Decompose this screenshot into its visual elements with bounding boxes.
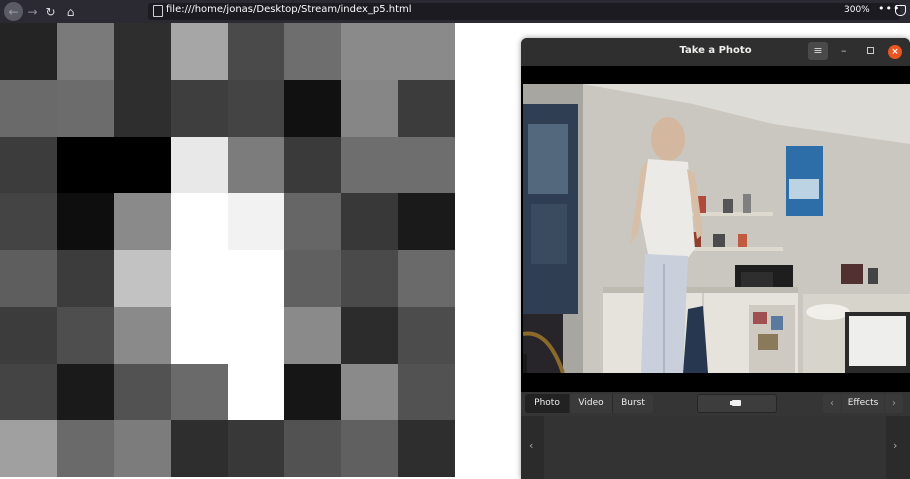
pixelated-video-grid [0, 23, 455, 477]
grid-cell [170, 79, 228, 137]
grid-cell [284, 420, 342, 477]
grid-cell [56, 193, 114, 250]
grid-cell [341, 136, 399, 194]
grid-cell [341, 193, 399, 250]
grid-cell [284, 23, 342, 80]
grid-cell [0, 363, 57, 421]
grid-cell [56, 363, 114, 421]
close-icon[interactable]: × [888, 45, 902, 59]
cheese-window: Take a Photo ≡ – × Photo Video Burst ‹ E… [521, 38, 910, 479]
grid-cell [113, 23, 171, 80]
mode-photo-button[interactable]: Photo [525, 394, 569, 413]
grid-cell [398, 306, 455, 364]
grid-cell [284, 306, 342, 364]
grid-cell [227, 363, 285, 421]
grid-cell [284, 193, 342, 250]
grid-cell [341, 363, 399, 421]
grid-cell [0, 193, 57, 250]
camera-feed-image [523, 84, 910, 373]
minimize-icon[interactable]: – [841, 44, 847, 57]
effects-button[interactable]: Effects [842, 394, 884, 413]
window-titlebar[interactable]: Take a Photo ≡ – × [521, 38, 910, 66]
grid-cell [398, 193, 455, 250]
grid-cell [56, 420, 114, 477]
grid-cell [341, 79, 399, 137]
grid-cell [170, 363, 228, 421]
grid-cell [170, 23, 228, 80]
forward-arrow-icon[interactable]: → [23, 2, 42, 21]
grid-cell [113, 250, 171, 307]
grid-cell [113, 193, 171, 250]
camera-icon [730, 400, 741, 406]
grid-cell [56, 136, 114, 194]
grid-cell [398, 23, 455, 80]
take-photo-button[interactable] [697, 394, 777, 413]
grid-cell [56, 23, 114, 80]
reload-icon[interactable]: ↻ [41, 2, 60, 21]
back-arrow-icon[interactable]: ← [4, 2, 23, 21]
grid-cell [113, 306, 171, 364]
grid-cell [227, 420, 285, 477]
strip-next-icon[interactable]: › [893, 439, 897, 452]
grid-cell [56, 79, 114, 137]
grid-cell [341, 420, 399, 477]
grid-cell [0, 250, 57, 307]
strip-prev-icon[interactable]: ‹ [529, 439, 533, 452]
url-bar[interactable]: file:///home/jonas/Desktop/Stream/index_… [148, 2, 906, 20]
effects-next-icon[interactable]: › [885, 394, 903, 413]
pocket-icon[interactable] [895, 5, 906, 16]
grid-cell [284, 79, 342, 137]
grid-cell [398, 363, 455, 421]
grid-cell [227, 250, 285, 307]
grid-cell [341, 306, 399, 364]
grid-cell [170, 250, 228, 307]
grid-cell [284, 136, 342, 194]
home-icon[interactable]: ⌂ [61, 2, 80, 21]
effects-prev-icon[interactable]: ‹ [823, 394, 841, 413]
grid-cell [170, 136, 228, 194]
mode-video-button[interactable]: Video [569, 394, 612, 413]
grid-cell [0, 23, 57, 80]
mode-toolbar: Photo Video Burst ‹ Effects › [521, 392, 910, 416]
grid-cell [0, 79, 57, 137]
grid-cell [284, 250, 342, 307]
grid-cell [113, 79, 171, 137]
page-icon [153, 5, 163, 17]
grid-cell [341, 23, 399, 80]
grid-cell [56, 306, 114, 364]
grid-cell [227, 136, 285, 194]
grid-cell [113, 363, 171, 421]
thumbnail-strip: ‹ › [521, 416, 910, 479]
zoom-level-badge[interactable]: 300% [840, 4, 874, 16]
maximize-icon[interactable] [867, 47, 874, 54]
grid-cell [227, 79, 285, 137]
grid-cell [170, 306, 228, 364]
window-title: Take a Photo [679, 45, 752, 56]
grid-cell [227, 23, 285, 80]
grid-cell [56, 250, 114, 307]
mode-burst-button[interactable]: Burst [612, 394, 653, 413]
grid-cell [341, 250, 399, 307]
url-text[interactable]: file:///home/jonas/Desktop/Stream/index_… [166, 4, 412, 15]
grid-cell [0, 420, 57, 477]
grid-cell [398, 420, 455, 477]
browser-toolbar: ← → ↻ ⌂ file:///home/jonas/Desktop/Strea… [0, 0, 910, 23]
grid-cell [284, 363, 342, 421]
grid-cell [170, 193, 228, 250]
grid-cell [113, 420, 171, 477]
grid-cell [227, 193, 285, 250]
grid-cell [113, 136, 171, 194]
thumbnail-area[interactable] [544, 416, 886, 479]
grid-cell [398, 136, 455, 194]
camera-preview [521, 66, 910, 392]
grid-cell [398, 250, 455, 307]
grid-cell [170, 420, 228, 477]
grid-cell [398, 79, 455, 137]
hamburger-menu-icon[interactable]: ≡ [808, 42, 828, 60]
grid-cell [227, 306, 285, 364]
grid-cell [0, 306, 57, 364]
grid-cell [0, 136, 57, 194]
